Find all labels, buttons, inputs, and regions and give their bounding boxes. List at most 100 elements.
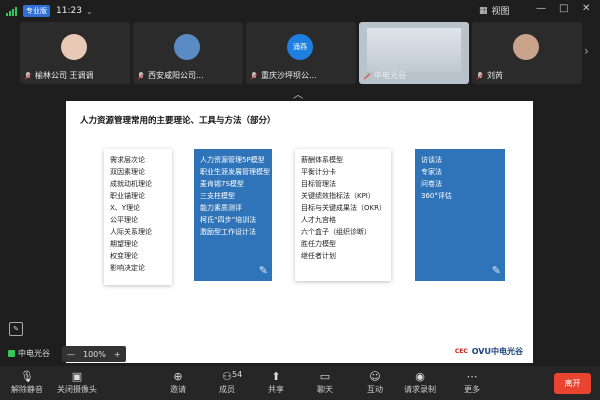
close-icon[interactable]: ✕ [582, 3, 590, 14]
method-column: 访谈法 专家法 问卷法 360°评估 ✎ [415, 149, 505, 281]
mic-muted-icon [363, 71, 371, 80]
camera-button[interactable]: ▣ 关闭摄像头 [52, 369, 102, 395]
sharer-name: 中电光谷 [18, 349, 50, 358]
mic-muted-icon [137, 71, 145, 80]
participant-caption: 刘芮 [476, 70, 578, 81]
zoom-in-button[interactable]: + [114, 350, 121, 359]
list-item: 人才九宫格 [301, 216, 336, 224]
bottom-toolbar: 🎙 解除静音 ▣ 关闭摄像头 ⊕ 邀请 ⚇ 54 成员 ⬆ 共享 ▭ 聊天 ☺ … [0, 366, 600, 400]
slide-title: 人力资源管理常用的主要理论、工具与方法（部分） [80, 116, 276, 126]
list-item: 360°评估 [421, 192, 452, 200]
mic-muted-icon [24, 71, 32, 80]
list-item: 期望理论 [110, 240, 138, 248]
participant-name: 重庆沙坪坝公... [261, 71, 317, 80]
grid-icon: ▦ [479, 5, 488, 16]
list-item: 麦肯锡7S模型 [200, 180, 244, 188]
mic-muted-icon [476, 71, 484, 80]
more-label: 更多 [464, 385, 480, 394]
mic-muted-icon [250, 71, 258, 80]
tool-column: 薪酬体系模型 平衡计分卡 目标管理法 关键绩效指标法（KPI） 目标与关键成果法… [295, 149, 391, 281]
participant-tile[interactable]: 刘芮 [472, 22, 582, 84]
list-item: 影响决定论 [110, 264, 145, 272]
list-item: 能力素质测评 [200, 204, 242, 212]
top-bar: 专业版 11:23 ⌄ [0, 0, 600, 22]
share-button[interactable]: ⬆ 共享 [251, 369, 301, 395]
chevron-down-icon[interactable]: ⌄ [86, 7, 93, 16]
share-footer: 中电光谷 — 100% + [0, 346, 600, 364]
leave-button[interactable]: 离开 [554, 373, 591, 394]
record-button[interactable]: ◉ 请求录制 [395, 369, 445, 395]
theory-column: 需求层次论 双因素理论 成就动机理论 职业锚理论 X、Y理论 公平理论 人际关系… [104, 149, 172, 285]
participant-name: 榆林公司 王调调 [35, 71, 94, 80]
view-label: 视图 [491, 7, 510, 17]
camera-label: 关闭摄像头 [57, 385, 97, 394]
list-item: 目标与关键成果法（OKR） [301, 204, 386, 212]
members-icon: ⚇ [222, 370, 232, 383]
list-item: 需求层次论 [110, 156, 145, 164]
list-item: 成就动机理论 [110, 180, 152, 188]
record-label: 请求录制 [404, 385, 436, 394]
avatar [174, 34, 200, 60]
participant-tile-active[interactable]: 中电光谷 [359, 22, 469, 84]
more-button[interactable]: ⋯ 更多 [447, 369, 497, 395]
list-item: 继任者计划 [301, 252, 336, 260]
participant-caption: 榆林公司 王调调 [24, 70, 126, 81]
smiley-icon: ☺ [369, 370, 381, 383]
camera-off-icon: ▣ [71, 370, 83, 383]
participant-caption: 西安咸阳公司... [137, 70, 239, 81]
participant-caption: 中电光谷 [363, 70, 465, 81]
maximize-icon[interactable]: □ [559, 3, 568, 14]
add-user-icon: ⊕ [173, 370, 183, 383]
list-item: 职业生涯发展管理模型 [200, 168, 270, 176]
list-item: 人力资源管理5P模型 [200, 156, 265, 164]
participant-name: 西安咸阳公司... [148, 71, 204, 80]
pencil-icon: ✎ [491, 264, 501, 277]
list-item: 平衡计分卡 [301, 168, 336, 176]
list-item: 薪酬体系模型 [301, 156, 343, 164]
list-item: X、Y理论 [110, 204, 141, 212]
members-label: 成员 [219, 385, 235, 394]
chevron-right-icon[interactable]: › [584, 44, 589, 58]
model-column: 人力资源管理5P模型 职业生涯发展管理模型 麦肯锡7S模型 三支柱模型 能力素质… [194, 149, 272, 281]
list-item: 六个盒子（组织诊断） [301, 228, 371, 236]
interact-button[interactable]: ☺ 互动 [350, 369, 400, 395]
avatar [61, 34, 87, 60]
pencil-icon: ✎ [258, 264, 268, 277]
shared-slide: 人力资源管理常用的主要理论、工具与方法（部分） 需求层次论 双因素理论 成就动机… [66, 101, 533, 363]
chat-label: 聊天 [317, 385, 333, 394]
chat-button[interactable]: ▭ 聊天 [300, 369, 350, 395]
participant-name: 刘芮 [487, 71, 503, 80]
list-item: 目标管理法 [301, 180, 336, 188]
list-item: 公平理论 [110, 216, 138, 224]
participant-tile[interactable]: 涌燕 重庆沙坪坝公... [246, 22, 356, 84]
annotation-tool-icon[interactable]: ✎ [9, 322, 23, 336]
list-item: 人际关系理论 [110, 228, 152, 236]
participant-tile[interactable]: 榆林公司 王调调 [20, 22, 130, 84]
participant-tile[interactable]: 西安咸阳公司... [133, 22, 243, 84]
participant-name: 中电光谷 [374, 71, 406, 80]
share-screen-icon: ⬆ [271, 370, 281, 383]
chat-icon: ▭ [319, 370, 331, 383]
video-feed [367, 28, 461, 72]
minimize-icon[interactable]: — [536, 3, 546, 14]
zoom-out-button[interactable]: — [67, 350, 75, 359]
mute-label: 解除静音 [11, 385, 43, 394]
list-item: 访谈法 [421, 156, 442, 164]
list-item: 胜任力模型 [301, 240, 336, 248]
members-button[interactable]: ⚇ 54 成员 [202, 369, 252, 395]
more-icon: ⋯ [466, 370, 478, 383]
invite-button[interactable]: ⊕ 邀请 [153, 369, 203, 395]
mute-button[interactable]: 🎙 解除静音 [2, 369, 52, 395]
view-button[interactable]: ▦ 视图 [479, 4, 510, 18]
collapse-strip-icon[interactable]: ︿ [293, 86, 303, 101]
participant-strip: 榆林公司 王调调 西安咸阳公司... 涌燕 重庆沙坪坝公... 中电光谷 刘芮 [0, 22, 600, 84]
signal-icon [6, 6, 17, 16]
list-item: 职业锚理论 [110, 192, 145, 200]
list-item: 专家法 [421, 168, 442, 176]
list-item: 三支柱模型 [200, 192, 235, 200]
avatar [513, 34, 539, 60]
list-item: 双因素理论 [110, 168, 145, 176]
mic-muted-icon: 🎙 [20, 370, 34, 383]
interact-label: 互动 [367, 385, 383, 394]
zoom-value: 100% [83, 349, 106, 359]
